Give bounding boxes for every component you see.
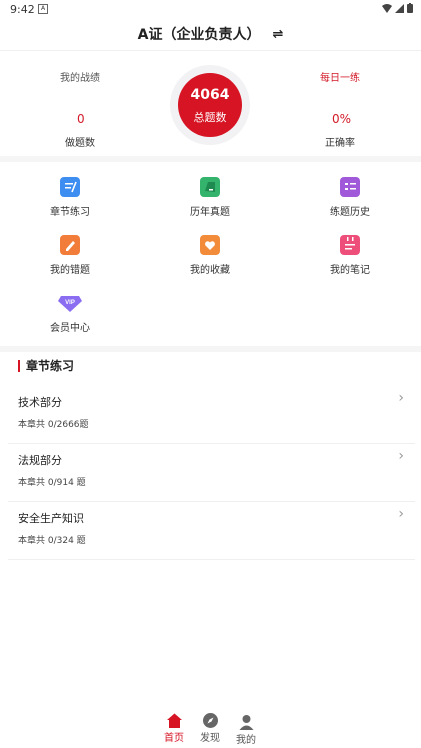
grid-label: 我的收藏	[190, 265, 230, 276]
tab-discover[interactable]: 发现	[193, 712, 227, 744]
done-count: 0	[77, 112, 85, 126]
grid-notes[interactable]: 我的笔记	[300, 235, 400, 276]
chapter-item[interactable]: 法规部分 本章共 0/914 题 ›	[0, 444, 421, 502]
chapter-count: 本章共 0/324 题	[18, 536, 86, 546]
grid-wrong-questions[interactable]: 我的错题	[20, 235, 120, 276]
total-badge: 4064 总题数	[178, 73, 242, 137]
signal-icon	[395, 3, 404, 13]
grid-label: 会员中心	[50, 323, 90, 334]
divider	[0, 156, 421, 162]
header: A证（企业负责人） ⇌	[0, 18, 421, 50]
svg-text:VIP: VIP	[65, 300, 75, 306]
grid-label: 我的错题	[50, 265, 90, 276]
grid-chapter-practice[interactable]: 章节练习	[20, 177, 120, 218]
chapter-practice-icon	[60, 177, 80, 197]
history-icon	[340, 177, 360, 197]
tab-home[interactable]: 首页	[157, 712, 191, 744]
tab-mine[interactable]: 我的	[229, 714, 263, 746]
section-title: 章节练习	[18, 360, 74, 372]
grid-vip[interactable]: VIP 会员中心	[20, 293, 120, 334]
past-exam-icon	[200, 177, 220, 197]
divider	[0, 346, 421, 352]
my-record-label: 我的战绩	[60, 73, 100, 84]
favorites-icon	[200, 235, 220, 255]
wrong-questions-icon	[60, 235, 80, 255]
chevron-right-icon: ›	[398, 448, 404, 464]
grid-label: 章节练习	[50, 207, 90, 218]
grid-label: 练题历史	[330, 207, 370, 218]
grid-favorites[interactable]: 我的收藏	[160, 235, 260, 276]
notes-icon	[340, 235, 360, 255]
chapter-item[interactable]: 技术部分 本章共 0/2666题 ›	[0, 386, 421, 444]
exam-title[interactable]: A证（企业负责人）	[138, 24, 261, 44]
chevron-right-icon: ›	[398, 506, 404, 522]
chapter-item[interactable]: 安全生产知识 本章共 0/324 题 ›	[0, 502, 421, 560]
swap-icon[interactable]: ⇌	[272, 27, 283, 42]
total-circle[interactable]: 4064 总题数	[170, 65, 250, 145]
chevron-right-icon: ›	[398, 390, 404, 406]
chapter-count: 本章共 0/914 题	[18, 478, 86, 488]
chapter-count: 本章共 0/2666题	[18, 420, 89, 430]
chapter-name: 法规部分	[18, 454, 62, 467]
battery-icon	[407, 3, 413, 13]
grid-past-exam[interactable]: 历年真题	[160, 177, 260, 218]
status-time: 9:42	[10, 3, 35, 16]
user-icon	[238, 714, 255, 731]
tab-label: 发现	[200, 733, 220, 744]
grid-label: 我的笔记	[330, 265, 370, 276]
home-icon	[166, 712, 183, 729]
total-count: 4064	[190, 87, 230, 103]
vip-icon: VIP	[58, 293, 82, 313]
chapter-name: 安全生产知识	[18, 512, 84, 525]
status-bar: 9:42 A	[0, 0, 421, 18]
chapter-name: 技术部分	[18, 396, 62, 409]
accuracy-value: 0%	[332, 112, 352, 126]
status-icons	[382, 3, 413, 13]
grid-label: 历年真题	[190, 207, 230, 218]
bottom-tab-bar: 首页 发现 我的	[150, 712, 270, 748]
total-label: 总题数	[193, 111, 227, 124]
wifi-icon	[382, 3, 392, 13]
stats-panel: 我的战绩 每日一练 0 做题数 0% 正确率 4064 总题数	[0, 50, 421, 156]
grid-history[interactable]: 练题历史	[300, 177, 400, 218]
accuracy-label: 正确率	[325, 138, 355, 149]
tab-label: 首页	[164, 733, 184, 744]
done-label: 做题数	[65, 138, 95, 149]
tab-label: 我的	[236, 735, 256, 746]
compass-icon	[202, 712, 219, 729]
row-divider	[8, 559, 415, 560]
sim-icon: A	[38, 4, 48, 14]
daily-practice-link[interactable]: 每日一练	[320, 69, 360, 84]
